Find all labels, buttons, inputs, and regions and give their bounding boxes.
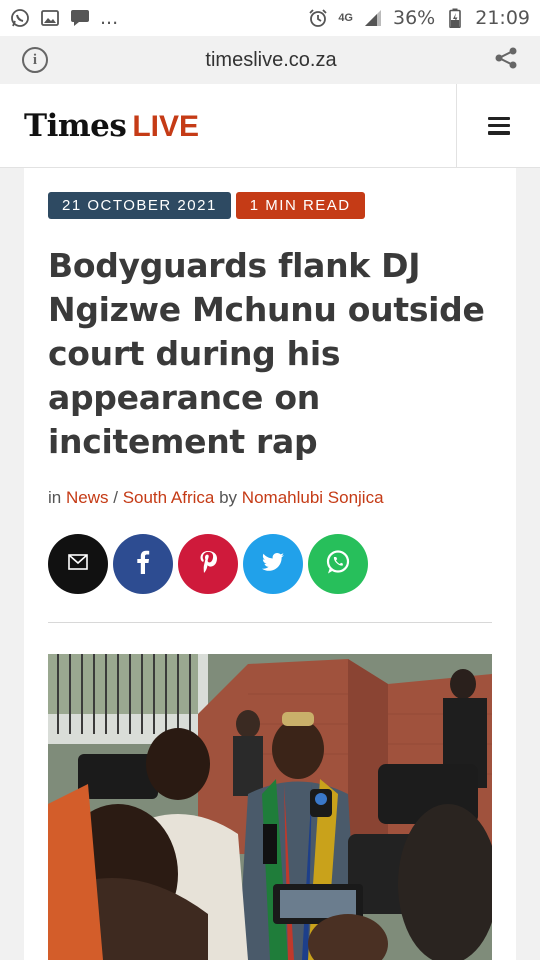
read-time-badge: 1 MIN READ <box>235 192 365 219</box>
logo-live-text: LIVE <box>132 109 200 143</box>
article-meta-badges: 21 OCTOBER 2021 1 MIN READ <box>48 192 365 219</box>
byline-in: in <box>48 488 62 507</box>
facebook-icon <box>136 550 150 579</box>
site-logo[interactable]: Times LIVE <box>0 108 456 144</box>
hamburger-menu-icon <box>487 116 510 135</box>
article-photo-image <box>48 654 492 960</box>
pinterest-icon <box>199 550 217 579</box>
message-notification-icon <box>70 9 90 27</box>
site-info-icon[interactable]: i <box>22 47 48 73</box>
site-header: Times LIVE <box>0 83 540 168</box>
article-card: 21 OCTOBER 2021 1 MIN READ Bodyguards fl… <box>24 168 516 960</box>
share-email-button[interactable] <box>48 534 108 594</box>
browser-address-bar: i timeslive.co.za <box>0 36 540 84</box>
more-notifications-indicator: ... <box>100 7 119 29</box>
article-photo[interactable] <box>48 654 492 960</box>
mail-icon <box>68 553 88 575</box>
share-page-icon[interactable] <box>494 46 518 75</box>
article-byline: in News / South Africa by Nomahlubi Sonj… <box>48 488 384 508</box>
status-bar-notifications: ... <box>10 7 118 29</box>
category-link-south-africa[interactable]: South Africa <box>123 488 215 507</box>
network-type-label: 4G <box>338 12 353 24</box>
twitter-icon <box>262 552 284 576</box>
share-whatsapp-button[interactable] <box>308 534 368 594</box>
author-link[interactable]: Nomahlubi Sonjica <box>242 488 384 507</box>
signal-strength-icon <box>363 9 383 27</box>
alarm-icon <box>308 9 328 27</box>
clock: 21:09 <box>475 7 530 29</box>
gallery-notification-icon <box>40 9 60 27</box>
status-bar: ... 4G 36% 21:09 <box>0 0 540 36</box>
battery-percentage: 36% <box>393 7 436 29</box>
date-badge: 21 OCTOBER 2021 <box>48 192 231 219</box>
article-headline: Bodyguards flank DJ Ngizwe Mchunu outsid… <box>48 246 485 461</box>
url-text[interactable]: timeslive.co.za <box>205 49 336 72</box>
whatsapp-notification-icon <box>10 9 30 27</box>
status-bar-system: 4G 36% 21:09 <box>308 7 530 29</box>
share-twitter-button[interactable] <box>243 534 303 594</box>
byline-by: by <box>219 488 238 507</box>
category-link-news[interactable]: News <box>66 488 109 507</box>
menu-button[interactable] <box>456 83 540 168</box>
share-pinterest-button[interactable] <box>178 534 238 594</box>
share-buttons <box>48 534 368 594</box>
battery-charging-icon <box>445 8 465 28</box>
whatsapp-icon <box>325 549 351 580</box>
logo-times-text: Times <box>24 107 127 144</box>
byline-separator: / <box>113 488 118 507</box>
divider <box>48 622 492 623</box>
share-facebook-button[interactable] <box>113 534 173 594</box>
